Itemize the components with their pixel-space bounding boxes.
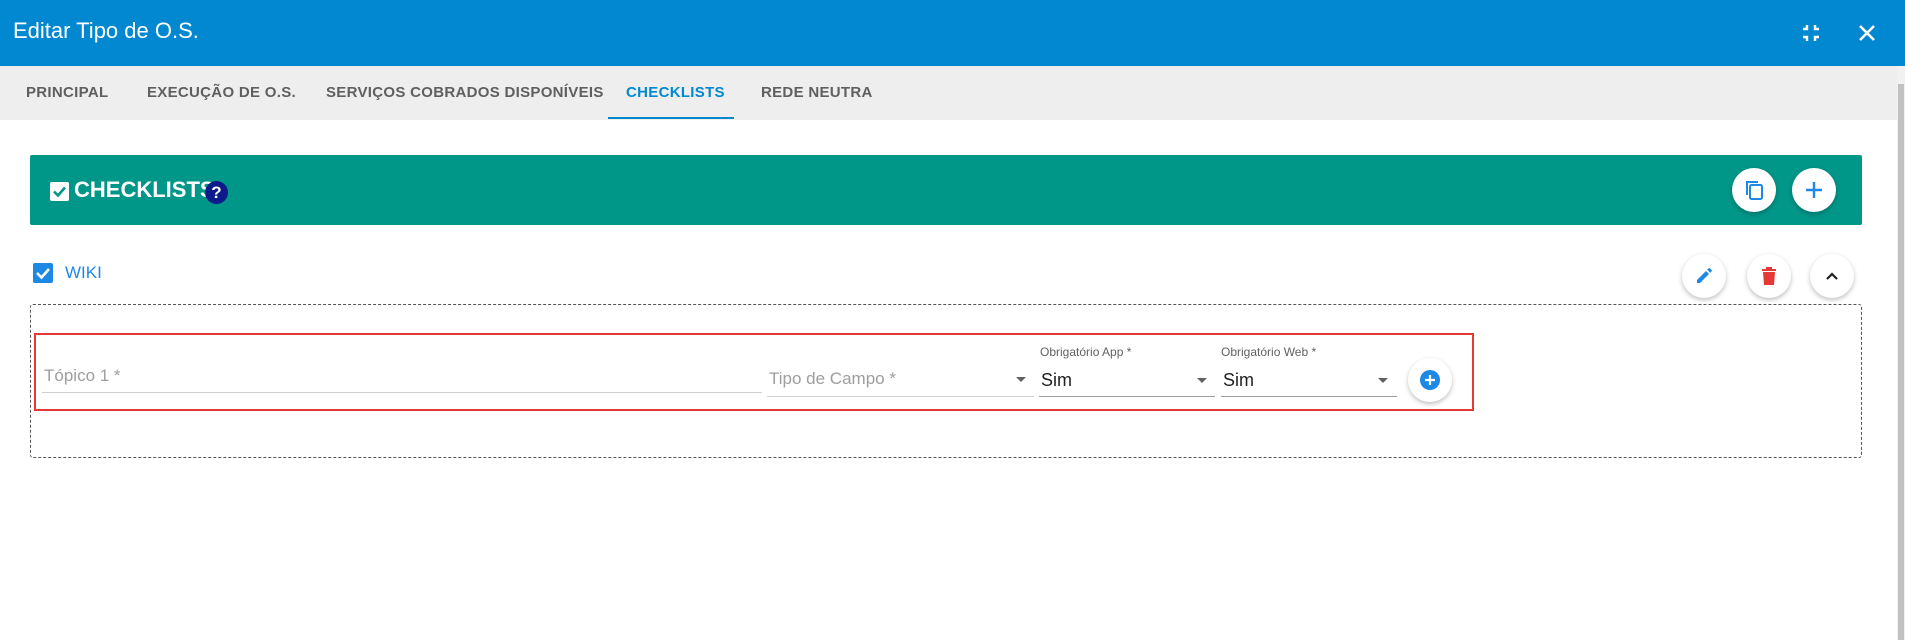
checklists-section-header: CHECKLISTS ? [30,155,1862,225]
section-title: CHECKLISTS [74,177,215,202]
web-required-label: Obrigatório Web * [1221,345,1317,359]
tab-principal[interactable]: PRINCIPAL [26,66,108,120]
scrollbar[interactable] [1897,66,1905,640]
app-required-dropdown-icon [1197,378,1207,383]
copy-button[interactable] [1732,168,1776,212]
add-topic-button[interactable] [1408,358,1452,402]
field-type-dropdown-icon [1016,377,1026,382]
edit-icon [1697,268,1712,283]
delete-icon [1762,267,1776,285]
edit-button[interactable] [1682,254,1726,298]
web-required-dropdown-icon [1378,378,1388,383]
topic-input-underline [42,392,762,393]
checklist-name[interactable]: WIKI [65,263,102,283]
tab-execucao[interactable]: EXECUÇÃO DE O.S. [147,66,296,120]
field-type-select[interactable]: Tipo de Campo * [769,369,896,389]
collapse-icon [1803,25,1819,41]
app-required-select[interactable]: Sim [1041,370,1072,391]
web-required-select[interactable]: Sim [1223,370,1254,391]
field-type-underline [767,396,1034,397]
delete-button[interactable] [1747,254,1791,298]
collapse-button[interactable] [1794,16,1828,50]
app-required-label: Obrigatório App * [1040,345,1132,359]
add-checklist-button[interactable] [1792,168,1836,212]
tab-rede-neutra[interactable]: REDE NEUTRA [761,66,873,120]
collapse-item-button[interactable] [1810,254,1854,298]
dialog-title: Editar Tipo de O.S. [13,18,199,43]
wiki-checkbox[interactable] [33,263,53,283]
add-circle-icon [1420,370,1440,390]
checkbox-checked-icon[interactable] [50,182,69,201]
web-required-underline [1221,396,1397,397]
dialog-header: Editar Tipo de O.S. [0,0,1905,66]
tab-servicos-cobrados[interactable]: SERVIÇOS COBRADOS DISPONÍVEIS [326,66,604,120]
add-icon [1806,182,1822,198]
active-tab-indicator [608,117,734,119]
chevron-up-icon [1826,272,1838,280]
help-icon[interactable]: ? [205,181,228,204]
copy-icon [1746,181,1763,200]
scrollbar-thumb[interactable] [1898,84,1904,640]
topic-input[interactable]: Tópico 1 * [44,366,121,386]
app-required-underline [1039,396,1215,397]
tab-checklists[interactable]: CHECKLISTS [626,66,725,120]
tab-bar: PRINCIPAL EXECUÇÃO DE O.S. SERVIÇOS COBR… [0,66,1897,120]
close-icon [1859,25,1875,41]
close-button[interactable] [1850,16,1884,50]
